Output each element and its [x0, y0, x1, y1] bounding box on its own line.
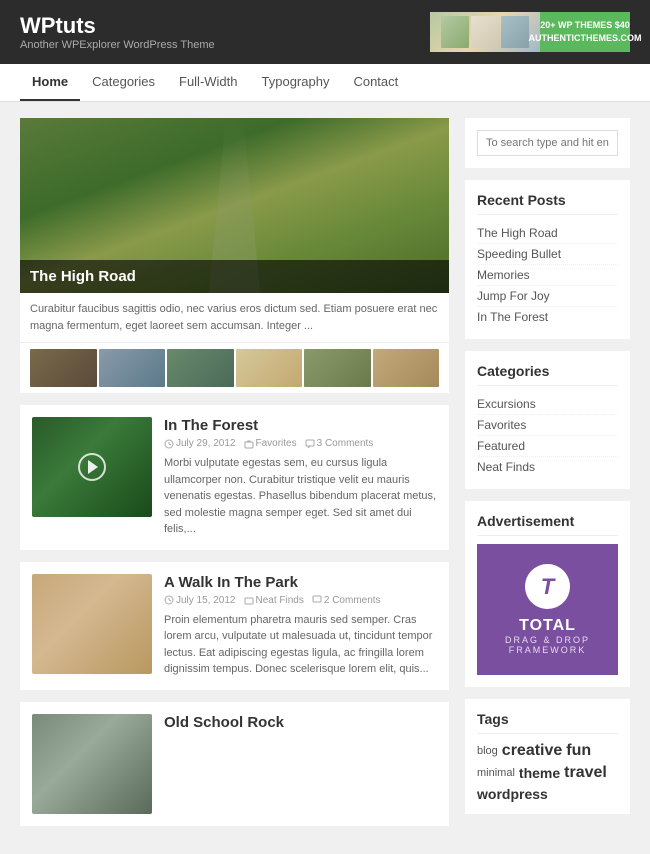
post-comments-forest: 3 Comments — [305, 438, 374, 449]
recent-post-5[interactable]: In The Forest — [477, 307, 618, 327]
thumbnail-2[interactable] — [99, 349, 166, 387]
thumbnail-3[interactable] — [167, 349, 234, 387]
recent-post-4[interactable]: Jump For Joy — [477, 286, 618, 307]
tag-theme[interactable]: theme — [519, 765, 560, 781]
thumbnail-strip — [20, 342, 449, 393]
thumbnail-4[interactable] — [236, 349, 303, 387]
tag-wordpress[interactable]: wordpress — [477, 786, 548, 802]
recent-posts-list: The High Road Speeding Bullet Memories J… — [477, 223, 618, 327]
thumbnail-6[interactable] — [373, 349, 440, 387]
recent-post-1[interactable]: The High Road — [477, 223, 618, 244]
nav-link-contact[interactable]: Contact — [341, 64, 410, 99]
post-thumbnail-rock[interactable] — [32, 714, 152, 814]
recent-posts-title: Recent Posts — [477, 192, 618, 215]
tags-title: Tags — [477, 711, 618, 734]
tag-creative[interactable]: creative — [502, 742, 563, 760]
nav-link-categories[interactable]: Categories — [80, 64, 167, 99]
post-title-park[interactable]: A Walk In The Park — [164, 574, 437, 591]
ad-sub-text: DRAG & DROPFRAMEWORK — [489, 635, 606, 655]
recent-post-2[interactable]: Speeding Bullet — [477, 244, 618, 265]
site-tagline: Another WPExplorer WordPress Theme — [20, 39, 215, 51]
recent-posts-widget: Recent Posts The High Road Speeding Bull… — [465, 180, 630, 339]
tags-area: blog creative fun minimal theme travel w… — [477, 742, 618, 802]
post-excerpt-forest: Morbi vulputate egestas sem, eu cursus l… — [164, 455, 437, 538]
tag-blog[interactable]: blog — [477, 745, 498, 757]
post-thumbnail-park[interactable] — [32, 574, 152, 674]
category-2[interactable]: Favorites — [477, 415, 618, 436]
post-content-forest: In The Forest July 29, 2012 Favorites 3 … — [164, 417, 437, 538]
post-date-forest: July 29, 2012 — [164, 438, 236, 449]
site-header: WPtuts Another WPExplorer WordPress Them… — [0, 0, 650, 64]
ad-logo-letter: T — [541, 574, 554, 600]
site-branding: WPtuts Another WPExplorer WordPress Them… — [20, 13, 215, 51]
nav-link-typography[interactable]: Typography — [250, 64, 342, 99]
tag-travel[interactable]: travel — [564, 764, 607, 782]
post-meta-park: July 15, 2012 Neat Finds 2 Comments — [164, 595, 437, 606]
calendar-icon — [164, 439, 174, 449]
search-input[interactable] — [477, 130, 618, 156]
advertisement-widget: Advertisement T TOTAL DRAG & DROPFRAMEWO… — [465, 501, 630, 687]
sidebar: Recent Posts The High Road Speeding Bull… — [465, 118, 630, 838]
featured-overlay: The High Road — [20, 260, 449, 293]
ad-banner[interactable]: T TOTAL DRAG & DROPFRAMEWORK — [477, 544, 618, 675]
categories-list: Excursions Favorites Featured Neat Finds — [477, 394, 618, 477]
post-date-park: July 15, 2012 — [164, 595, 236, 606]
ad-logo-circle: T — [525, 564, 570, 609]
nav-item-contact[interactable]: Contact — [341, 64, 410, 101]
post-meta-forest: July 29, 2012 Favorites 3 Comments — [164, 438, 437, 449]
ad-brand-name: TOTAL — [489, 617, 606, 635]
main-layout: The High Road Curabitur faucibus sagitti… — [0, 102, 650, 854]
thumbnail-5[interactable] — [304, 349, 371, 387]
post-content-rock: Old School Rock — [164, 714, 437, 814]
nav-item-fullwidth[interactable]: Full-Width — [167, 64, 250, 101]
categories-title: Categories — [477, 363, 618, 386]
category-4[interactable]: Neat Finds — [477, 457, 618, 477]
featured-post: The High Road Curabitur faucibus sagitti… — [20, 118, 449, 393]
play-button[interactable] — [78, 453, 106, 481]
category-1[interactable]: Excursions — [477, 394, 618, 415]
post-title-forest[interactable]: In The Forest — [164, 417, 437, 434]
featured-title[interactable]: The High Road — [30, 268, 439, 285]
folder-icon-2 — [244, 595, 254, 605]
thumbnail-1[interactable] — [30, 349, 97, 387]
nav-link-home[interactable]: Home — [20, 64, 80, 101]
advertisement-title: Advertisement — [477, 513, 618, 536]
nav-item-typography[interactable]: Typography — [250, 64, 342, 101]
post-card-rock: Old School Rock — [20, 702, 449, 826]
post-title-rock[interactable]: Old School Rock — [164, 714, 437, 731]
featured-image: The High Road — [20, 118, 449, 293]
nav-item-home[interactable]: Home — [20, 64, 80, 101]
header-ad-image — [430, 12, 540, 52]
comment-icon — [305, 439, 315, 449]
recent-post-3[interactable]: Memories — [477, 265, 618, 286]
calendar-icon-2 — [164, 595, 174, 605]
header-ad[interactable]: 20+ WP THEMES $40AUTHENTICTHEMES.COM — [430, 12, 630, 52]
featured-body: Curabitur faucibus sagittis odio, nec va… — [20, 293, 449, 342]
post-card-forest: In The Forest July 29, 2012 Favorites 3 … — [20, 405, 449, 550]
post-category-forest: Favorites — [244, 438, 297, 449]
post-thumbnail-forest[interactable] — [32, 417, 152, 517]
category-3[interactable]: Featured — [477, 436, 618, 457]
site-nav: Home Categories Full-Width Typography Co… — [0, 64, 650, 102]
post-comments-park: 2 Comments — [312, 595, 381, 606]
nav-link-fullwidth[interactable]: Full-Width — [167, 64, 250, 99]
tags-widget: Tags blog creative fun minimal theme tra… — [465, 699, 630, 814]
post-category-park: Neat Finds — [244, 595, 304, 606]
post-excerpt-park: Proin elementum pharetra mauris sed semp… — [164, 612, 437, 678]
tag-minimal[interactable]: minimal — [477, 767, 515, 779]
site-title: WPtuts — [20, 13, 215, 39]
content-area: The High Road Curabitur faucibus sagitti… — [20, 118, 449, 838]
header-ad-cta[interactable]: 20+ WP THEMES $40AUTHENTICTHEMES.COM — [540, 12, 630, 52]
post-content-park: A Walk In The Park July 15, 2012 Neat Fi… — [164, 574, 437, 678]
folder-icon — [244, 439, 254, 449]
tag-fun[interactable]: fun — [566, 742, 591, 760]
nav-item-categories[interactable]: Categories — [80, 64, 167, 101]
featured-excerpt: Curabitur faucibus sagittis odio, nec va… — [30, 301, 439, 334]
categories-widget: Categories Excursions Favorites Featured… — [465, 351, 630, 489]
post-card-park: A Walk In The Park July 15, 2012 Neat Fi… — [20, 562, 449, 690]
play-icon — [88, 460, 98, 474]
comment-icon-2 — [312, 595, 322, 605]
search-widget — [465, 118, 630, 168]
